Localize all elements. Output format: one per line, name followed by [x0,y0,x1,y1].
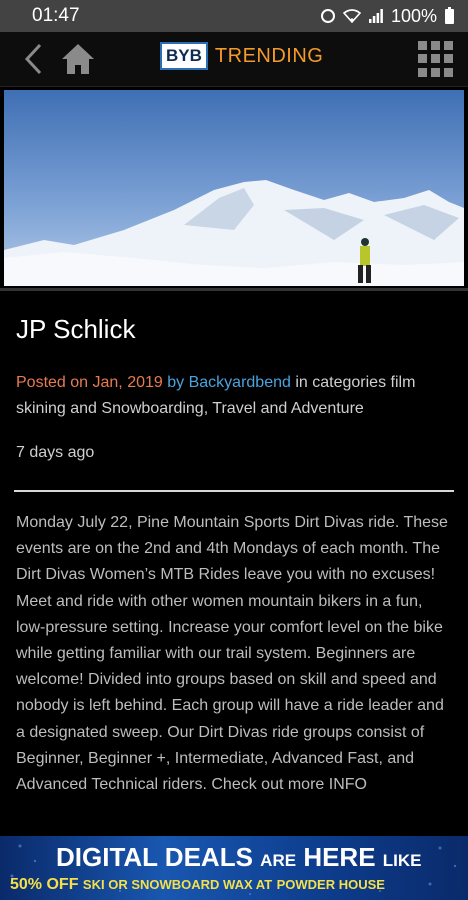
battery-icon [445,6,454,24]
ad-headline-a: DIGITAL DEALS [56,842,253,872]
divider [14,490,454,492]
ad-headline-d: LIKE [382,851,422,870]
ad-store: POWDER HOUSE [276,877,385,892]
ad-subline: 50% OFF SKI OR SNOWBOARD WAX AT POWDER H… [10,876,385,894]
hero-divider [0,288,468,291]
post-body: Monday July 22, Pine Mountain Sports Dir… [16,514,448,794]
ad-headline: DIGITAL DEALS ARE HERE LIKE [56,842,422,873]
byb-logo: BYB [160,42,208,70]
posted-date: Posted on Jan, 2019 [16,374,163,391]
page-title: TRENDING [214,44,324,67]
alarm-icon [320,9,335,23]
ad-headline-c: HERE [303,842,376,872]
post-meta: Posted on Jan, 2019 by Backyardbend in c… [16,370,456,422]
home-icon[interactable] [60,42,96,76]
post-title: JP Schlick [16,314,136,344]
app-bar: BYB TRENDING [0,32,468,87]
author-link[interactable]: Backyardbend [189,374,291,391]
time-ago: 7 days ago [16,444,95,461]
signal-icon [368,9,383,23]
hero-image [4,90,464,286]
ad-banner[interactable]: DIGITAL DEALS ARE HERE LIKE 50% OFF SKI … [0,836,468,900]
back-icon[interactable] [20,42,48,76]
battery-percent: 100% [390,5,437,26]
ad-discount: 50% OFF [10,876,79,893]
status-icons: 100% [320,5,454,27]
wifi-icon [342,9,361,23]
brand: BYB TRENDING [160,42,323,70]
ad-headline-b: ARE [260,851,297,870]
grid-menu-icon[interactable] [418,41,454,77]
status-time: 01:47 [32,5,80,26]
status-bar: 01:47 100% [0,0,468,32]
by-label: by [167,374,185,391]
ad-offer: SKI OR SNOWBOARD WAX AT [82,877,273,892]
